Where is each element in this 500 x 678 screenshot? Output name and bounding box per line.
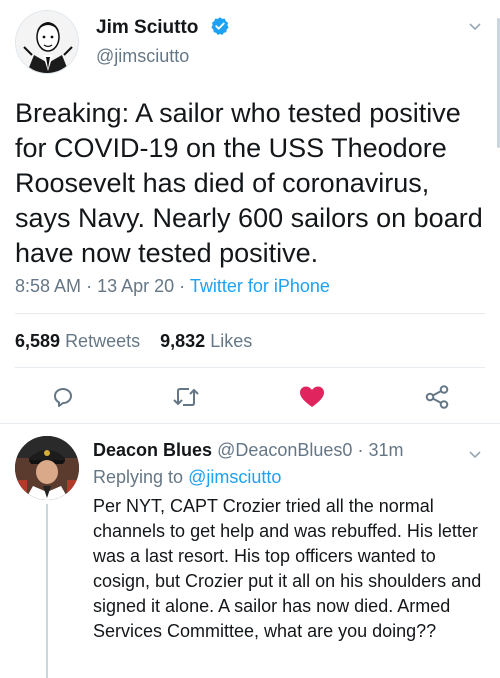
replying-to: Replying to @jimsciutto — [93, 467, 281, 488]
likes-count: 9,832 — [160, 331, 206, 351]
meta-separator: · — [179, 276, 186, 296]
meta-separator: · — [86, 276, 93, 296]
likes-label: Likes — [210, 331, 253, 351]
tweet-time: 8:58 AM — [15, 276, 82, 296]
reply-author-avatar[interactable] — [15, 436, 79, 500]
reply-time: 31m — [368, 440, 404, 460]
retweets-stat[interactable]: 6,589 Retweets — [15, 331, 140, 351]
meta-separator: · — [357, 440, 364, 460]
author-name[interactable]: Jim Sciutto — [96, 16, 230, 39]
divider — [0, 423, 500, 424]
author-avatar[interactable] — [15, 10, 79, 74]
verified-badge-icon — [211, 17, 229, 35]
retweets-label: Retweets — [65, 331, 141, 351]
author-name-text: Jim Sciutto — [96, 17, 199, 38]
heart-icon — [300, 386, 324, 407]
retweet-icon — [173, 388, 199, 406]
share-icon — [425, 385, 449, 409]
likes-stat[interactable]: 9,832 Likes — [160, 331, 252, 351]
chevron-down-icon[interactable] — [468, 448, 482, 462]
replying-to-label: Replying to — [93, 467, 184, 487]
share-button[interactable] — [417, 377, 457, 417]
reply-tweet[interactable]: Deacon Blues @DeaconBlues0 · 31m Replyin… — [0, 430, 500, 678]
avatar-photo-image — [15, 436, 79, 500]
tweet-meta: 8:58 AM · 13 Apr 20 · Twitter for iPhone — [15, 276, 330, 297]
avatar-caricature-image — [16, 11, 78, 73]
reply-author-handle[interactable]: @DeaconBlues0 — [217, 440, 352, 460]
chevron-down-icon[interactable] — [468, 20, 482, 34]
tweet-stats: 6,589 Retweets 9,832 Likes — [15, 331, 252, 352]
thread-line — [46, 504, 48, 678]
author-handle[interactable]: @jimsciutto — [96, 46, 189, 67]
retweets-count: 6,589 — [15, 331, 61, 351]
tweet-date: 13 Apr 20 — [97, 276, 175, 296]
reply-header: Deacon Blues @DeaconBlues0 · 31m — [93, 440, 403, 461]
tweet-text: Breaking: A sailor who tested positive f… — [15, 98, 483, 268]
action-bar — [0, 377, 500, 417]
like-button[interactable] — [292, 377, 332, 417]
divider — [15, 313, 485, 314]
retweet-button[interactable] — [166, 377, 206, 417]
reply-button[interactable] — [43, 377, 83, 417]
reply-author-name[interactable]: Deacon Blues — [93, 440, 212, 460]
reply-text: Per NYT, CAPT Crozier tried all the norm… — [93, 496, 482, 641]
replying-to-mention[interactable]: @jimsciutto — [188, 467, 281, 487]
divider — [15, 367, 485, 368]
tweet-source-link[interactable]: Twitter for iPhone — [190, 276, 330, 296]
reply-icon — [54, 388, 72, 407]
